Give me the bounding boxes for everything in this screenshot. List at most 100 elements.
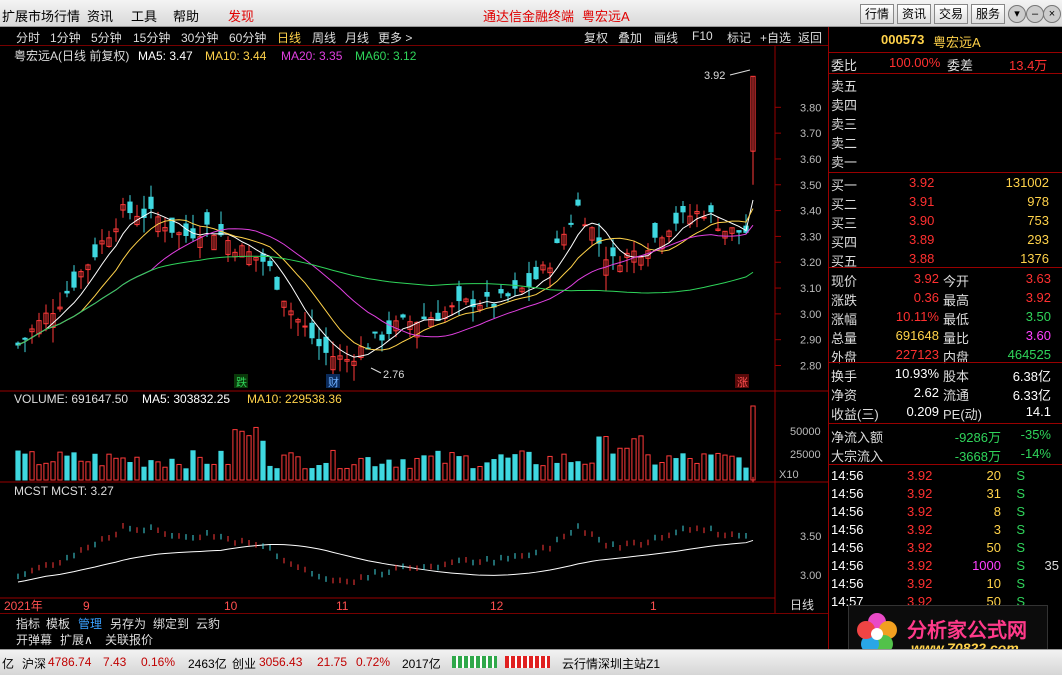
related-quote-button[interactable]: 关联报价	[105, 631, 153, 648]
candle-body	[701, 216, 707, 219]
close-icon[interactable]: ×	[1043, 5, 1061, 23]
stat-value: 691648	[895, 328, 939, 343]
period-15min[interactable]: 15分钟	[133, 29, 170, 46]
volume-bar	[204, 463, 210, 481]
volume-bar	[365, 457, 371, 481]
tick-price: 3.92	[907, 576, 933, 591]
candle-body	[386, 320, 392, 335]
volume-bar	[22, 453, 28, 481]
volume-unit: X10	[779, 469, 799, 481]
volume-bar	[526, 451, 532, 481]
candle-body	[71, 271, 77, 288]
adjust-button[interactable]: 复权	[584, 29, 608, 46]
period-30min[interactable]: 30分钟	[181, 29, 218, 46]
kline-chart[interactable]: 粤宏远A(日线 前复权) MA5: 3.47 MA10: 3.44 MA20: …	[0, 46, 828, 613]
fund-label-2: PE(动)	[943, 407, 983, 422]
status-bar: 亿 沪深 4786.74 7.43 0.16% 2463亿 创业 3056.43…	[0, 649, 1062, 675]
menu-item-news[interactable]: 资讯	[87, 6, 113, 25]
tick-price: 3.92	[907, 504, 933, 519]
candle-body	[554, 238, 560, 244]
discover-link[interactable]: 发现	[228, 6, 254, 25]
ask-label: 卖三	[831, 117, 858, 132]
stat-value: 10.11%	[895, 309, 939, 324]
minimize-icon[interactable]: ▾	[1008, 5, 1026, 23]
cy-value: 3056.43	[259, 655, 303, 669]
barrage-toggle[interactable]: 开弹幕	[16, 631, 52, 648]
mcst-tick-350: 3.50	[800, 531, 821, 543]
tick-price: 3.92	[907, 486, 933, 501]
mcst-tick-300: 3.00	[800, 570, 821, 582]
volume-bar	[218, 450, 224, 481]
chart-title: 粤宏远A(日线 前复权)	[14, 48, 129, 63]
service-button[interactable]: 服务	[971, 4, 1006, 24]
low-annotation: 2.76	[383, 369, 404, 381]
y-tick-label: 3.10	[800, 283, 821, 295]
volume-bar	[673, 458, 679, 481]
trade-button[interactable]: 交易	[934, 4, 969, 24]
volume-bar	[575, 461, 581, 481]
period-1min[interactable]: 1分钟	[50, 29, 81, 46]
overlay-button[interactable]: 叠加	[618, 29, 642, 46]
flow-label: 净流入额	[831, 430, 884, 445]
period-5min[interactable]: 5分钟	[91, 29, 122, 46]
period-60min[interactable]: 60分钟	[229, 29, 266, 46]
status-prefix: 亿	[2, 657, 15, 671]
news-button[interactable]: 资讯	[897, 4, 932, 24]
secondary-tabs: 开弹幕 扩展∧ 关联报价	[0, 630, 828, 647]
fund-label-2: 股本	[943, 369, 970, 384]
tick-price: 3.92	[907, 540, 933, 555]
stat-value: 0.36	[913, 290, 939, 305]
period-weekly[interactable]: 周线	[312, 29, 336, 46]
volume-bar	[260, 440, 266, 481]
sh-value: 4786.74	[48, 655, 92, 669]
candle-body	[512, 280, 518, 289]
stat-value: 227123	[895, 347, 939, 362]
volume-bar	[610, 453, 616, 481]
tick-price: 3.92	[907, 468, 933, 483]
period-monthly[interactable]: 月线	[345, 29, 369, 46]
period-label[interactable]: 日线	[790, 598, 814, 612]
menu-item-tools[interactable]: 工具	[131, 6, 157, 25]
event-marker-finance-label: 财	[328, 375, 339, 389]
expand-toggle[interactable]: 扩展∧	[60, 631, 93, 648]
restore-icon[interactable]: –	[1026, 5, 1044, 23]
stat-value-2: 3.63	[1025, 271, 1051, 286]
y-tick-label: 3.00	[800, 309, 821, 321]
tick-side: S	[1016, 540, 1025, 555]
add-watchlist-button[interactable]: +自选	[760, 29, 791, 46]
fund-label: 净资	[831, 388, 858, 403]
ask-label: 卖五	[831, 79, 858, 94]
candle-body	[533, 266, 539, 280]
f10-button[interactable]: F10	[692, 29, 713, 43]
period-more[interactable]: 更多 >	[378, 29, 412, 46]
bottom-tabs: 指标 模板 管理 另存为 绑定到 云豹	[0, 613, 828, 631]
fund-value: 10.93%	[894, 366, 939, 381]
ma10-legend: MA10: 3.44	[205, 49, 267, 63]
period-daily[interactable]: 日线	[277, 29, 301, 46]
candle-body	[127, 201, 133, 214]
high-annotation: 3.92	[704, 70, 725, 82]
bid-volume: 753	[1027, 213, 1049, 228]
tick-volume: 50	[986, 540, 1001, 555]
mark-button[interactable]: 标记	[727, 29, 751, 46]
candle-body	[267, 260, 273, 267]
candle-body	[498, 289, 504, 294]
server-label[interactable]: 云行情深圳主站Z1	[562, 655, 660, 672]
candle-body	[64, 290, 70, 294]
back-button[interactable]: 返回	[798, 29, 822, 46]
quote-button[interactable]: 行情	[860, 4, 895, 24]
menu-item-help[interactable]: 帮助	[173, 6, 199, 25]
ask-label: 卖二	[831, 136, 858, 151]
y-tick-label: 2.90	[800, 335, 821, 347]
menu-item-market[interactable]: 扩展市场行情	[2, 6, 80, 25]
volume-bar	[169, 458, 175, 481]
tick-volume: 8	[993, 504, 1001, 519]
stat-value-2: 3.92	[1025, 290, 1051, 305]
volume-bar	[372, 466, 378, 481]
volume-bar	[505, 457, 511, 481]
volume-bar	[533, 464, 539, 481]
flow-pct: -14%	[1020, 446, 1051, 461]
draw-button[interactable]: 画线	[654, 29, 678, 46]
chart-svg: 粤宏远A(日线 前复权) MA5: 3.47 MA10: 3.44 MA20: …	[0, 46, 828, 613]
period-timeshare[interactable]: 分时	[16, 29, 40, 46]
